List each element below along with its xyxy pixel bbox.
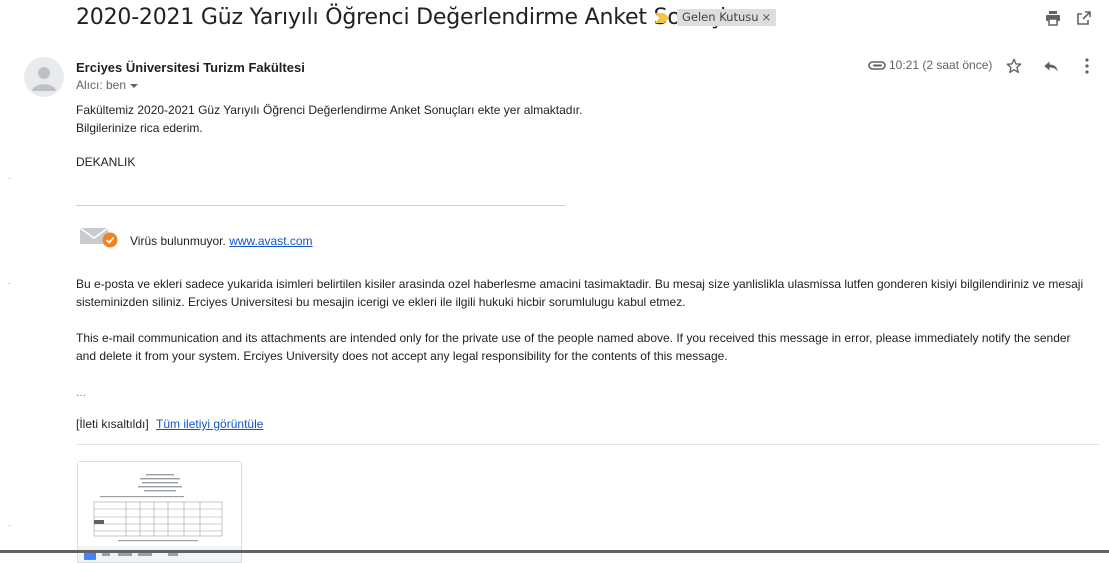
edge-marker bbox=[8, 525, 11, 526]
attachments-divider bbox=[76, 444, 1099, 445]
reply-icon[interactable] bbox=[1040, 55, 1062, 77]
edge-marker bbox=[8, 283, 11, 284]
print-icon[interactable] bbox=[1043, 8, 1063, 28]
more-vert-icon[interactable] bbox=[1076, 55, 1098, 77]
chevron-down-icon[interactable] bbox=[130, 83, 139, 88]
body-line-1: Fakültemiz 2020-2021 Güz Yarıyılı Öğrenc… bbox=[76, 103, 583, 117]
view-full-message-link[interactable]: Tüm iletiyi görüntüle bbox=[156, 417, 263, 431]
edge-marker bbox=[8, 178, 11, 179]
virus-text: Virüs bulunmuyor. bbox=[130, 234, 226, 248]
open-in-new-window-icon[interactable] bbox=[1074, 8, 1094, 28]
recipient-line[interactable]: Alıcı: ben bbox=[76, 78, 139, 92]
virus-notice: Virüs bulunmuyor. www.avast.com bbox=[130, 234, 313, 248]
trimmed-ellipsis[interactable]: ... bbox=[76, 385, 86, 399]
label-text: Gelen Kutusu bbox=[682, 10, 759, 24]
signature: DEKANLIK bbox=[76, 155, 136, 169]
avast-link[interactable]: www.avast.com bbox=[229, 234, 312, 248]
recipient-text: Alıcı: ben bbox=[76, 78, 127, 92]
disclaimer-tr: Bu e-posta ve ekleri sadece yukarida isi… bbox=[76, 277, 1084, 309]
envelope-icon bbox=[79, 226, 119, 248]
clipped-text: [İleti kısaltıldı] bbox=[76, 417, 149, 431]
remove-label-button[interactable]: × bbox=[762, 10, 772, 24]
attachment-clip-icon bbox=[868, 59, 886, 71]
body-line-2: Bilgilerinize rica ederim. bbox=[76, 121, 203, 135]
attachment-thumbnail[interactable] bbox=[77, 461, 242, 563]
label-chip: Gelen Kutusu × bbox=[677, 9, 777, 26]
sender-name[interactable]: Erciyes Üniversitesi Turizm Fakültesi bbox=[76, 60, 305, 75]
clipped-notice: [İleti kısaltıldı] Tüm iletiyi görüntüle bbox=[76, 417, 263, 431]
avatar-person-icon bbox=[24, 57, 64, 97]
disclaimer-en: This e-mail communication and its attach… bbox=[76, 331, 1071, 363]
email-subject: 2020-2021 Güz Yarıyılı Öğrenci Değerlend… bbox=[76, 5, 754, 30]
signature-divider bbox=[76, 205, 565, 206]
timestamp: 10:21 (2 saat önce) bbox=[889, 58, 993, 72]
star-icon[interactable] bbox=[1003, 55, 1025, 77]
